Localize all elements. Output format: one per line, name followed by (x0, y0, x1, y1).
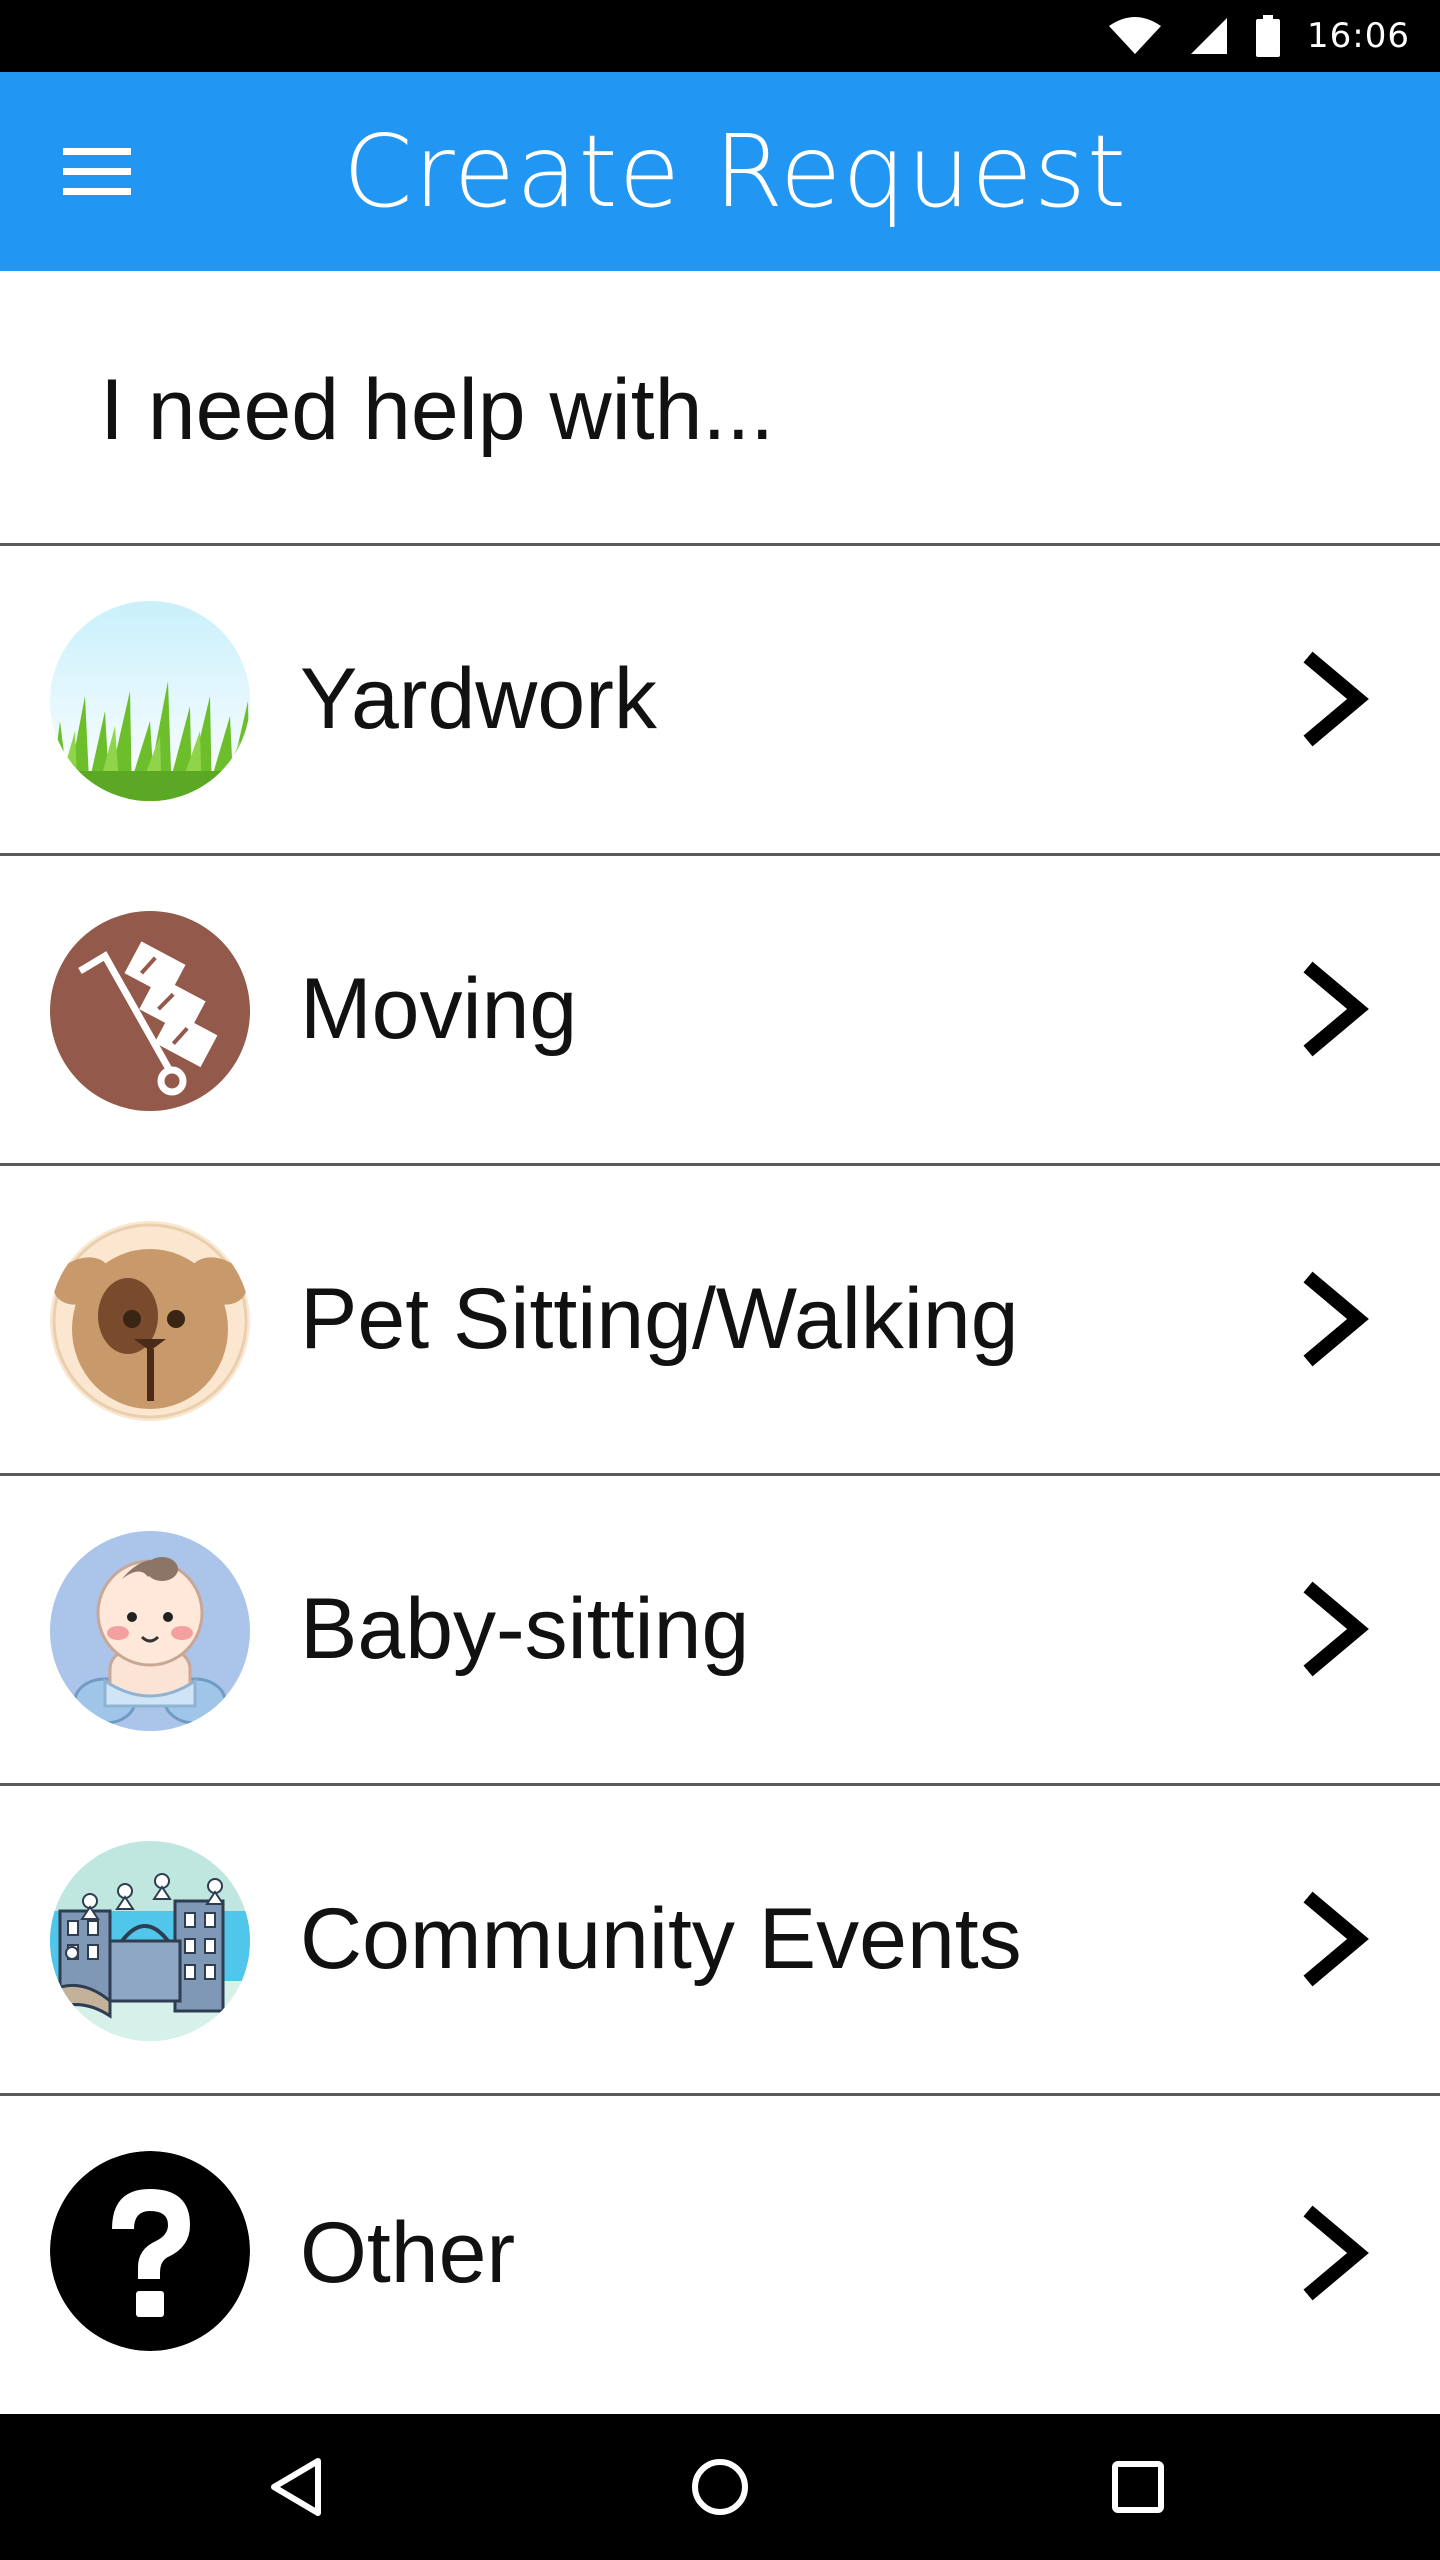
back-icon (271, 2458, 321, 2516)
status-time: 16:06 (1307, 16, 1410, 56)
category-item-yardwork[interactable]: Yardwork (0, 546, 1440, 856)
navigation-bar (0, 2414, 1440, 2560)
category-label: Yardwork (300, 651, 657, 747)
home-icon (692, 2459, 748, 2515)
category-item-community-events[interactable]: Community Events (0, 1786, 1440, 2096)
prompt-section: I need help with... (0, 271, 1440, 546)
question-mark-icon (50, 2151, 250, 2351)
category-label: Other (300, 2204, 516, 2301)
back-button[interactable] (246, 2437, 346, 2537)
wifi-icon (1109, 17, 1162, 54)
category-item-baby-sitting[interactable]: Baby-sitting (0, 1476, 1440, 1786)
cell-signal-icon (1191, 18, 1228, 54)
screen: 16:06 Create Request I need help with... (0, 0, 1440, 2560)
category-item-moving[interactable]: Moving (0, 856, 1440, 1166)
city-community-icon (50, 1841, 250, 2041)
page-title: Create Request (342, 113, 1128, 230)
category-list: Yardwork Moving Pet Sitting/Walking Baby… (0, 546, 1440, 2410)
status-bar: 16:06 (0, 0, 1440, 72)
chevron-right-icon (1300, 1579, 1370, 1679)
category-label: Moving (300, 961, 578, 1057)
battery-icon (1256, 15, 1281, 57)
app-bar: Create Request (0, 72, 1440, 271)
category-item-pet-sitting-walking[interactable]: Pet Sitting/Walking (0, 1166, 1440, 1476)
chevron-right-icon (1300, 1269, 1370, 1369)
recents-button[interactable] (1088, 2437, 1188, 2537)
status-icons: 16:06 (1107, 0, 1410, 72)
category-label: Community Events (300, 1891, 1022, 1987)
home-button[interactable] (670, 2437, 770, 2537)
category-item-other[interactable]: Other (0, 2096, 1440, 2410)
chevron-right-icon (1300, 649, 1370, 749)
chevron-right-icon (1300, 959, 1370, 1059)
baby-icon (50, 1531, 250, 1731)
hamburger-menu-icon (63, 148, 131, 195)
dog-face-icon (50, 1221, 250, 1421)
recents-icon (1112, 2461, 1164, 2513)
grass-icon (50, 601, 250, 801)
hand-truck-boxes-icon (50, 911, 250, 1111)
category-label: Baby-sitting (300, 1581, 750, 1677)
prompt-text: I need help with... (100, 362, 775, 458)
chevron-right-icon (1300, 2203, 1370, 2303)
menu-button[interactable] (48, 124, 148, 220)
chevron-right-icon (1300, 1889, 1370, 1989)
category-label: Pet Sitting/Walking (300, 1271, 1019, 1367)
